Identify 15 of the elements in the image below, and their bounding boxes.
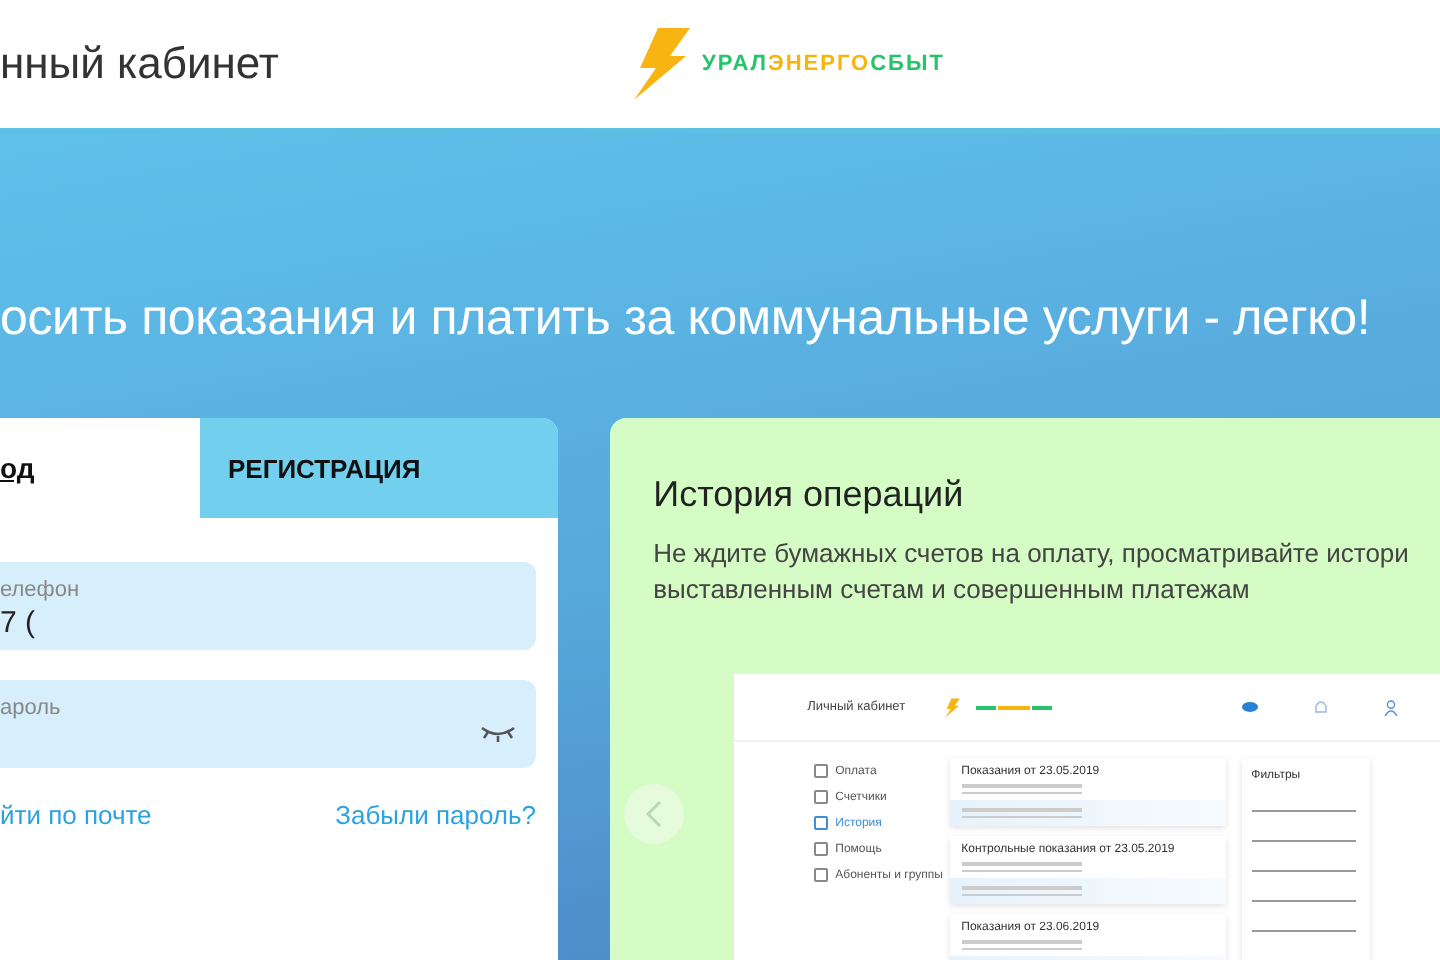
promo-description: выставленным счетам и совершенным платежам bbox=[653, 572, 1250, 608]
lightning-bolt-icon bbox=[630, 28, 690, 100]
closed-eye-icon[interactable] bbox=[480, 726, 516, 742]
promo-title: История операций bbox=[653, 474, 966, 516]
promo-description: Не ждите бумажных счетов на оплату, просматривайте истори bbox=[653, 536, 1409, 572]
user-icon[interactable] bbox=[1383, 699, 1398, 715]
auth-tab[interactable]: РЕГИСТРАЦИЯ bbox=[200, 418, 558, 518]
eye-icon[interactable] bbox=[1241, 702, 1258, 712]
page-title: нный кабинет bbox=[0, 38, 281, 90]
chevron-left-icon bbox=[645, 800, 662, 828]
phone-input[interactable]: 7 ( bbox=[0, 606, 440, 640]
lightning-bolt-icon bbox=[943, 697, 960, 717]
logo-wordmark: УРАЛЭНЕРГОСБЫТ bbox=[702, 52, 945, 76]
hero-headline: осить показания и платить за коммунальные услуги - легко! bbox=[0, 290, 1373, 348]
phone-field[interactable]: елефон 7 ( bbox=[0, 562, 536, 650]
